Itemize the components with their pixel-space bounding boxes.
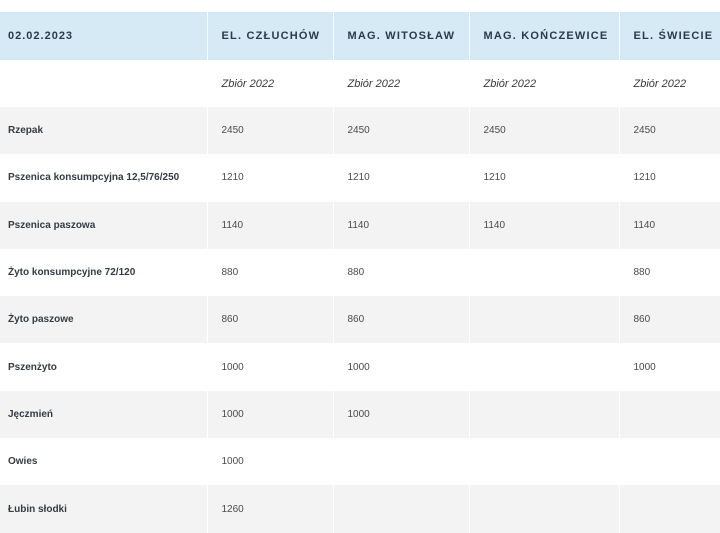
price-cell [469, 343, 620, 391]
header-row: 02.02.2023 EL. CZŁUCHÓW MAG. WITOSŁAW MA… [0, 12, 720, 60]
row-name: Pszenżyto [0, 343, 208, 391]
price-cell [619, 438, 720, 486]
price-cell [619, 485, 720, 533]
harvest-cell: Zbiór 2022 [619, 60, 720, 107]
header-col-czluchow: EL. CZŁUCHÓW [207, 12, 334, 60]
price-cell: 880 [333, 248, 470, 297]
row-name: Łubin słodki [0, 485, 208, 533]
price-cell: 1000 [207, 438, 334, 486]
header-col-konczewice: MAG. KOŃCZEWICE [469, 12, 620, 60]
price-table: 02.02.2023 EL. CZŁUCHÓW MAG. WITOSŁAW MA… [0, 12, 720, 533]
price-cell: 1000 [333, 390, 470, 439]
price-cell: 1000 [333, 343, 470, 391]
price-cell [469, 438, 620, 486]
price-cell: 880 [619, 248, 720, 297]
price-cell [333, 438, 470, 486]
price-cell [333, 485, 470, 533]
table-header: 02.02.2023 EL. CZŁUCHÓW MAG. WITOSŁAW MA… [0, 12, 720, 60]
price-cell: 860 [207, 296, 334, 344]
row-name: Pszenica konsumpcyjna 12,5/76/250 [0, 154, 208, 202]
price-cell: 1000 [207, 343, 334, 391]
price-cell: 2450 [207, 107, 334, 155]
harvest-row: Zbiór 2022 Zbiór 2022 Zbiór 2022 Zbiór 2… [0, 60, 720, 107]
price-cell: 1000 [619, 343, 720, 391]
price-cell: 1000 [207, 390, 334, 439]
top-gap [0, 0, 720, 12]
row-name: Jęczmień [0, 390, 208, 439]
price-cell: 1140 [619, 201, 720, 249]
table-body: Zbiór 2022 Zbiór 2022 Zbiór 2022 Zbiór 2… [0, 60, 720, 533]
price-cell [469, 485, 620, 533]
price-cell: 880 [207, 248, 334, 297]
price-cell: 2450 [469, 107, 620, 155]
table-row: Żyto konsumpcyjne 72/120 880 880 880 [0, 248, 720, 297]
price-cell [619, 390, 720, 439]
price-cell: 1210 [469, 154, 620, 202]
header-date: 02.02.2023 [0, 12, 208, 60]
table-row: Pszenżyto 1000 1000 1000 [0, 343, 720, 391]
header-col-swiecie: EL. ŚWIECIE [619, 12, 720, 60]
harvest-cell-label [0, 60, 208, 107]
price-table-container: 02.02.2023 EL. CZŁUCHÓW MAG. WITOSŁAW MA… [0, 0, 720, 533]
table-row: Łubin słodki 1260 [0, 485, 720, 533]
price-cell: 860 [619, 296, 720, 344]
row-name: Rzepak [0, 107, 208, 155]
price-cell: 860 [333, 296, 470, 344]
price-cell: 2450 [619, 107, 720, 155]
price-cell [469, 296, 620, 344]
price-cell: 1140 [469, 201, 620, 249]
harvest-cell: Zbiór 2022 [333, 60, 470, 107]
header-col-witoslaw: MAG. WITOSŁAW [333, 12, 470, 60]
table-row: Jęczmień 1000 1000 [0, 390, 720, 439]
table-row: Owies 1000 [0, 438, 720, 486]
table-row: Pszenica paszowa 1140 1140 1140 1140 [0, 201, 720, 249]
price-cell: 1210 [619, 154, 720, 202]
row-name: Żyto konsumpcyjne 72/120 [0, 248, 208, 297]
row-name: Owies [0, 438, 208, 486]
table-row: Rzepak 2450 2450 2450 2450 [0, 107, 720, 155]
price-cell: 1260 [207, 485, 334, 533]
price-cell: 1210 [207, 154, 334, 202]
price-cell: 2450 [333, 107, 470, 155]
price-cell: 1140 [207, 201, 334, 249]
harvest-cell: Zbiór 2022 [207, 60, 334, 107]
harvest-cell: Zbiór 2022 [469, 60, 620, 107]
price-cell [469, 390, 620, 439]
price-cell [469, 248, 620, 297]
row-name: Żyto paszowe [0, 296, 208, 344]
table-row: Żyto paszowe 860 860 860 [0, 296, 720, 344]
table-row: Pszenica konsumpcyjna 12,5/76/250 1210 1… [0, 154, 720, 202]
row-name: Pszenica paszowa [0, 201, 208, 249]
price-cell: 1210 [333, 154, 470, 202]
price-cell: 1140 [333, 201, 470, 249]
